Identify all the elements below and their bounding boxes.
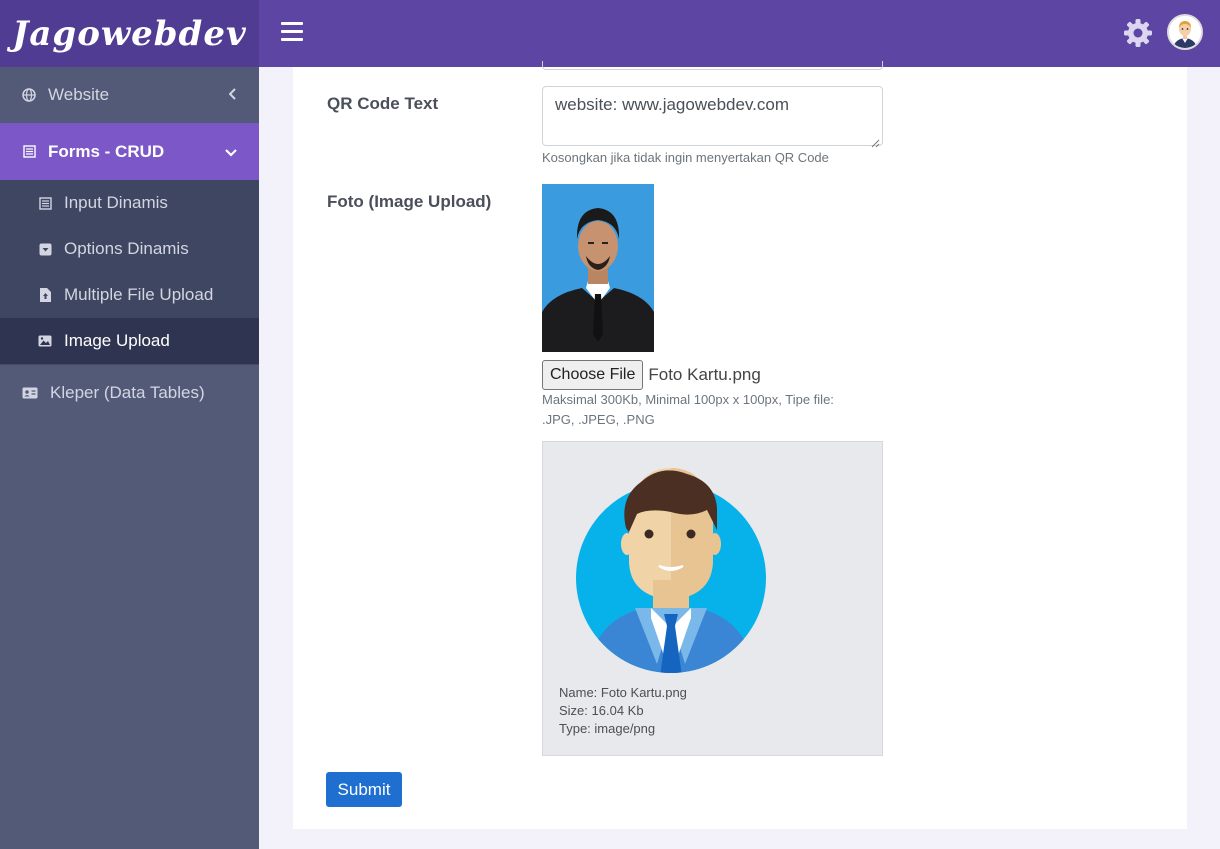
- selected-file-name: Foto Kartu.png: [648, 365, 761, 384]
- sidebar-item-multiple-file-upload[interactable]: Multiple File Upload: [0, 272, 259, 318]
- sidebar-item-label: Kleper (Data Tables): [50, 383, 205, 402]
- qr-code-help: Kosongkan jika tidak ingin menyertakan Q…: [542, 150, 829, 165]
- sidebar-item-options-dinamis[interactable]: Options Dinamis: [0, 226, 259, 272]
- globe-icon: [22, 88, 36, 102]
- previous-field-input[interactable]: [542, 61, 883, 70]
- image-preview-box: Name: Foto Kartu.png Size: 16.04 Kb Type…: [542, 441, 883, 756]
- top-navbar: [259, 0, 1220, 67]
- sidebar-item-forms-crud[interactable]: Forms - CRUD: [0, 123, 259, 180]
- file-upload-icon: [38, 288, 52, 302]
- id-card-icon: [22, 386, 38, 400]
- chevron-down-icon: [225, 142, 237, 162]
- file-help-line-1: Maksimal 300Kb, Minimal 100px x 100px, T…: [542, 392, 834, 407]
- image-icon: [38, 334, 52, 348]
- sidebar-item-input-dinamis[interactable]: Input Dinamis: [0, 180, 259, 226]
- chevron-left-icon: [228, 85, 237, 105]
- submit-button[interactable]: Submit: [326, 772, 402, 807]
- preview-file-name: Name: Foto Kartu.png: [559, 685, 687, 700]
- preview-file-meta: Name: Foto Kartu.png Size: 16.04 Kb Type…: [559, 684, 687, 738]
- sidebar: Jagowebdev Website Forms - CRUD Input Di…: [0, 0, 259, 849]
- sidebar-item-kleper[interactable]: Kleper (Data Tables): [0, 364, 259, 421]
- sidebar-item-website[interactable]: Website: [0, 67, 259, 123]
- sidebar-item-label: Image Upload: [64, 331, 170, 350]
- qr-code-label: QR Code Text: [327, 94, 439, 113]
- form-icon: [22, 145, 36, 159]
- sidebar-item-label: Options Dinamis: [64, 239, 189, 258]
- qr-code-textarea[interactable]: website: www.jagowebdev.com: [542, 86, 883, 148]
- preview-file-type: Type: image/png: [559, 721, 656, 736]
- form-icon: [38, 196, 52, 210]
- gear-icon[interactable]: [1123, 18, 1153, 48]
- qr-code-value: website: www.jagowebdev.com: [555, 95, 790, 114]
- file-input-row: Choose File Foto Kartu.png: [542, 360, 761, 390]
- sidebar-item-label: Multiple File Upload: [64, 285, 214, 304]
- foto-label: Foto (Image Upload): [327, 192, 492, 211]
- sidebar-item-label: Forms - CRUD: [48, 141, 165, 161]
- sidebar-item-image-upload[interactable]: Image Upload: [0, 318, 259, 364]
- sidebar-item-label: Website: [48, 85, 110, 104]
- sidebar-item-label: Input Dinamis: [64, 193, 168, 212]
- hamburger-icon[interactable]: [281, 22, 303, 42]
- brand-name: Jagowebdev: [12, 13, 247, 54]
- uploaded-photo: [542, 184, 654, 352]
- brand-logo[interactable]: Jagowebdev: [0, 0, 259, 67]
- user-avatar[interactable]: [1167, 14, 1203, 50]
- form-card: QR Code Text website: www.jagowebdev.com…: [293, 61, 1187, 829]
- resize-grip-icon[interactable]: [870, 133, 880, 148]
- dropdown-icon: [38, 242, 52, 256]
- file-help: Maksimal 300Kb, Minimal 100px x 100px, T…: [542, 390, 834, 430]
- choose-file-button[interactable]: Choose File: [542, 360, 644, 390]
- file-help-line-2: .JPG, .JPEG, .PNG: [542, 412, 655, 427]
- preview-file-size: Size: 16.04 Kb: [559, 703, 644, 718]
- preview-avatar-image: [575, 468, 767, 676]
